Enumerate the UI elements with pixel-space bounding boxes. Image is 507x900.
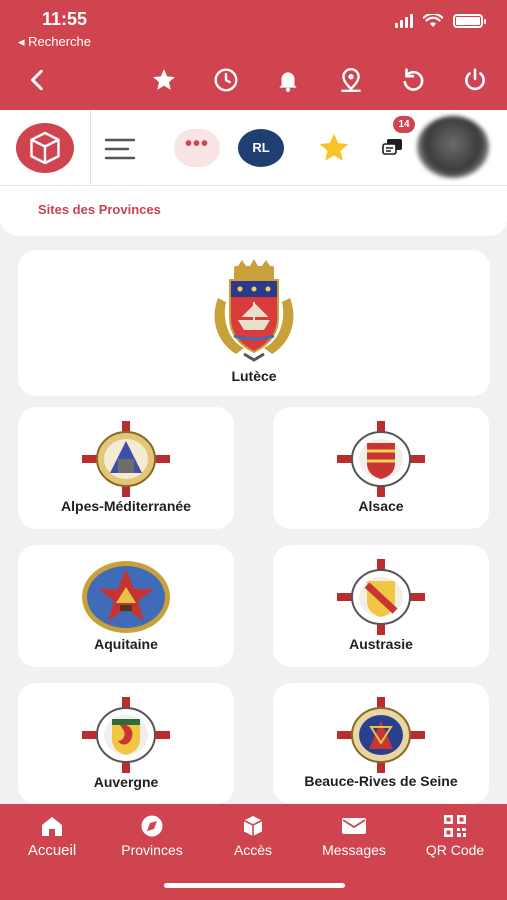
province-name: Alpes-Méditerranée [61, 498, 191, 514]
tab-qr-code[interactable]: QR Code [405, 814, 505, 858]
province-name: Aquitaine [94, 636, 158, 652]
beauce-rives-de-seine-seal-icon [337, 697, 425, 773]
wifi-icon [423, 14, 443, 27]
province-card-alsace[interactable]: Alsace [273, 407, 489, 529]
province-card-austrasie[interactable]: Austrasie [273, 545, 489, 667]
more-options-button[interactable]: ••• [174, 129, 220, 167]
province-name: Beauce-Rives de Seine [304, 773, 458, 789]
favorites-button[interactable] [146, 62, 182, 98]
top-header: 11:55 ◂ Recherche [0, 0, 507, 110]
tab-label: Provinces [121, 842, 183, 858]
envelope-icon [342, 818, 366, 834]
province-name: Alsace [358, 498, 404, 514]
refresh-icon [403, 68, 424, 91]
nav-row [0, 62, 507, 100]
tab-accueil[interactable]: Accueil [2, 814, 102, 859]
alpes-mediterranee-seal-icon [82, 421, 170, 497]
lutece-coat-of-arms-icon [214, 259, 294, 362]
qr-code-icon [444, 815, 466, 837]
page-title: Sites des Provinces [38, 202, 161, 217]
cube-icon [243, 816, 263, 836]
battery-icon [453, 14, 486, 28]
power-icon [465, 68, 485, 91]
status-icons [395, 14, 486, 28]
refresh-button[interactable] [395, 62, 431, 98]
home-indicator[interactable] [164, 883, 345, 888]
star-icon[interactable] [316, 130, 352, 166]
compass-icon [141, 815, 163, 837]
map-pin-icon [341, 67, 361, 93]
home-icon [42, 817, 62, 836]
star-icon [153, 69, 175, 90]
province-name: Austrasie [349, 636, 413, 652]
cube-logo-button[interactable] [16, 123, 74, 173]
tab-label: QR Code [425, 842, 485, 858]
signal-icon [395, 14, 413, 28]
austrasie-seal-icon [337, 559, 425, 635]
section-header: Sites des Provinces [0, 186, 507, 236]
location-button[interactable] [333, 62, 369, 98]
alsace-seal-icon [337, 421, 425, 497]
divider [90, 110, 91, 186]
menu-icon[interactable] [104, 136, 136, 162]
province-card-aquitaine[interactable]: Aquitaine [18, 545, 234, 667]
avatar[interactable] [417, 116, 489, 178]
bell-icon [279, 72, 297, 92]
logout-button[interactable] [457, 62, 493, 98]
clock-icon [214, 68, 238, 92]
history-button[interactable] [208, 62, 244, 98]
chat-icon[interactable] [380, 136, 406, 160]
province-name: Auvergne [93, 774, 159, 790]
province-card-auvergne[interactable]: Auvergne [18, 683, 234, 804]
tab-label: Accueil [27, 842, 77, 859]
status-time: 11:55 [42, 9, 88, 29]
province-card-beauce-rives-de-seine[interactable]: Beauce-Rives de Seine [273, 683, 489, 804]
tab-provinces[interactable]: Provinces [102, 814, 202, 858]
notification-count-badge: 14 [393, 116, 415, 133]
back-to-search-link[interactable]: ◂ Recherche [18, 34, 91, 50]
province-name: Lutèce [231, 368, 277, 384]
province-card-lutece[interactable]: Lutèce [18, 250, 490, 396]
back-button[interactable] [20, 62, 56, 98]
tab-label: Messages [322, 842, 386, 858]
province-card-alpes-mediterranee[interactable]: Alpes-Méditerranée [18, 407, 234, 529]
tab-label: Accès [233, 842, 273, 858]
chevron-left-icon [31, 69, 43, 91]
rl-button[interactable]: RL [238, 129, 284, 167]
aquitaine-seal-icon [82, 561, 170, 633]
cube-icon [30, 131, 60, 165]
auvergne-seal-icon [82, 697, 170, 773]
notifications-button[interactable] [270, 62, 306, 98]
tab-acces[interactable]: Accès [203, 814, 303, 858]
tab-messages[interactable]: Messages [304, 814, 404, 858]
